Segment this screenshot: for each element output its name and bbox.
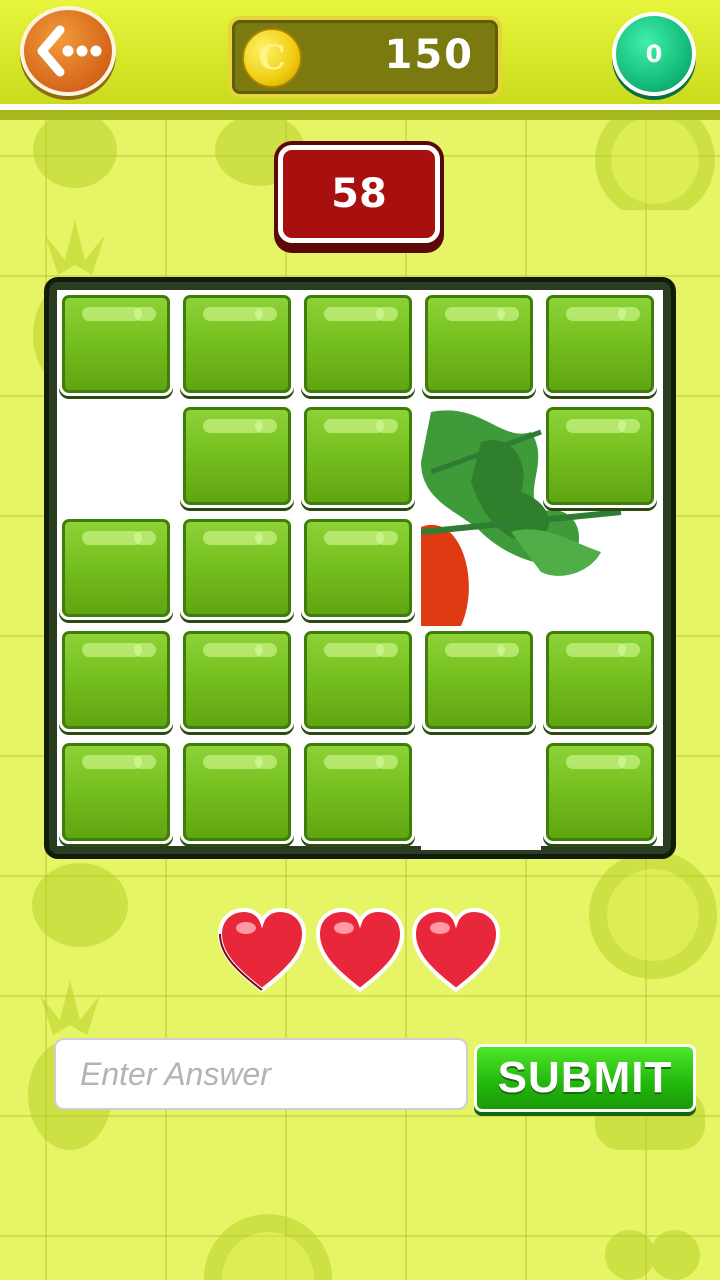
- timer-value: 58: [331, 171, 387, 217]
- top-bar: C 150 0: [0, 0, 720, 110]
- puzzle-tile[interactable]: [543, 628, 657, 732]
- puzzle-tile[interactable]: [59, 516, 173, 620]
- back-arrow-icon: [37, 25, 102, 77]
- heart-icon: [411, 907, 501, 993]
- submit-button[interactable]: SUBMIT: [474, 1044, 696, 1112]
- revealed-cell: [421, 738, 541, 850]
- lemon-slice-silhouette: [589, 851, 717, 979]
- penguin-silhouette: [32, 863, 128, 947]
- puzzle-tile[interactable]: [59, 740, 173, 844]
- heart-icon: [217, 907, 307, 993]
- puzzle-tile[interactable]: [180, 740, 294, 844]
- puzzle-tile[interactable]: [301, 516, 415, 620]
- coin-icon: C: [242, 28, 302, 88]
- puzzle-tile[interactable]: [301, 740, 415, 844]
- back-button[interactable]: [20, 6, 116, 96]
- answer-input[interactable]: [54, 1038, 468, 1110]
- puzzle-board: [44, 277, 676, 859]
- hint-button[interactable]: 0: [612, 12, 696, 96]
- heart-icon: [315, 907, 405, 993]
- penguin-silhouette: [33, 112, 117, 188]
- puzzle-tile[interactable]: [543, 740, 657, 844]
- puzzle-tile[interactable]: [180, 516, 294, 620]
- countdown-timer: 58: [278, 145, 440, 243]
- puzzle-tile[interactable]: [422, 628, 536, 732]
- lemon-slice-silhouette: [204, 1214, 332, 1280]
- puzzle-tile[interactable]: [543, 292, 657, 396]
- puzzle-tile[interactable]: [422, 292, 536, 396]
- puzzle-tile[interactable]: [59, 628, 173, 732]
- revealed-cell: [57, 402, 177, 514]
- puzzle-tile[interactable]: [301, 628, 415, 732]
- coin-count: 150: [384, 32, 474, 78]
- puzzle-tile[interactable]: [543, 404, 657, 508]
- puzzle-tile[interactable]: [301, 292, 415, 396]
- puzzle-tile[interactable]: [180, 628, 294, 732]
- lemon-slice-silhouette: [595, 110, 715, 210]
- puzzle-tile[interactable]: [59, 292, 173, 396]
- coin-counter: C 150: [228, 16, 502, 98]
- puzzle-tile[interactable]: [180, 292, 294, 396]
- hint-count: 0: [645, 40, 663, 68]
- puzzle-tile[interactable]: [301, 404, 415, 508]
- puzzle-tile[interactable]: [180, 404, 294, 508]
- cherry-silhouette: [605, 1230, 700, 1280]
